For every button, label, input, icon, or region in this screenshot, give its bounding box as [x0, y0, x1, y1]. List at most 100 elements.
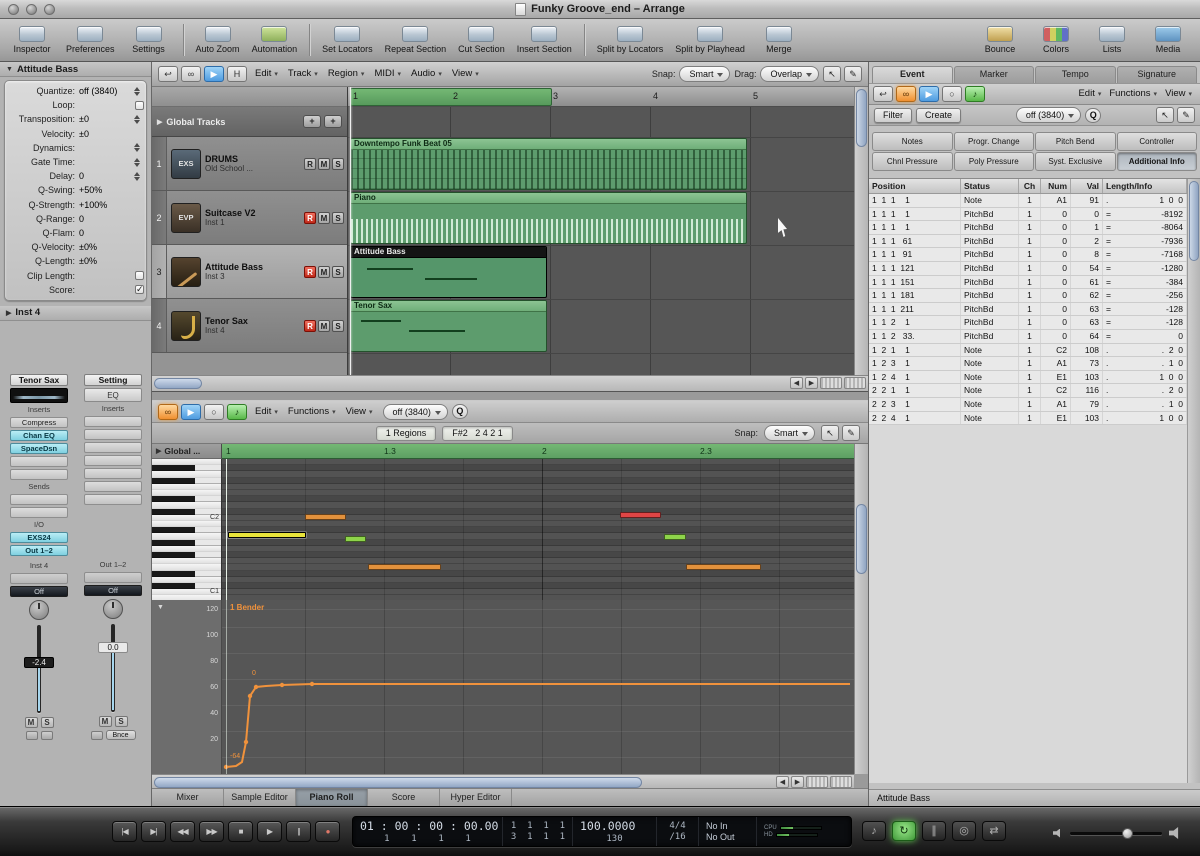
event-row[interactable]: 1 1 2 33.PitchBd1064=0 [869, 330, 1187, 344]
link-icon[interactable]: ∞ [181, 66, 201, 82]
editor-tab-mixer[interactable]: Mixer [152, 789, 224, 806]
menu-edit[interactable]: Edit [251, 62, 284, 87]
track-solo-button[interactable]: S [332, 320, 344, 332]
note-grid[interactable] [222, 459, 854, 600]
disclosure-triangle-icon[interactable]: ▶ [156, 447, 161, 455]
link-icon[interactable]: ∞ [896, 86, 916, 102]
column-header-num[interactable]: Num [1041, 179, 1071, 193]
event-row[interactable]: 1 1 2 1PitchBd1063=-128 [869, 316, 1187, 330]
param-row-q-length[interactable]: Q-Length:±0% [7, 254, 144, 268]
event-row[interactable]: 1 2 3 1Note1A173.. 1 0 [869, 357, 1187, 371]
filter-button-syst-exclusive[interactable]: Syst. Exclusive [1035, 152, 1116, 171]
pan-knob[interactable] [29, 600, 49, 620]
event-row[interactable]: 1 1 1 211PitchBd1063=-128 [869, 303, 1187, 317]
editor-tab-piano-roll[interactable]: Piano Roll [296, 789, 368, 806]
param-row-q-flam[interactable]: Q-Flam:0 [7, 226, 144, 240]
group-slot[interactable] [84, 572, 142, 583]
track-mute-button[interactable]: M [318, 266, 330, 278]
event-row[interactable]: 1 2 1 1Note1C2108.. 2 0 [869, 344, 1187, 358]
catch-playhead-icon[interactable]: ▶ [181, 404, 201, 420]
quantize-popup[interactable]: off (3840) [1016, 107, 1081, 123]
scroll-lock-icon[interactable]: ○ [204, 404, 224, 420]
piano-roll-horizontal-scrollbar[interactable]: ◀ ▶ [152, 774, 854, 788]
quantize-button[interactable]: Q [452, 404, 468, 419]
toolbar-button-automation[interactable]: Automation [252, 26, 298, 54]
tempo-display[interactable]: 100.0000 130 [573, 817, 657, 846]
insert-slot-empty[interactable] [84, 416, 142, 427]
param-checkbox[interactable] [135, 101, 144, 110]
region-parameters-header[interactable]: ▼ Attitude Bass [0, 62, 151, 77]
piano-roll-ruler[interactable]: 11.322.3 [222, 444, 854, 459]
pencil-tool-icon[interactable]: ✎ [1177, 107, 1195, 123]
region-tenor-sax[interactable]: Tenor Sax [350, 300, 547, 352]
forward-button[interactable]: ▶▶ [199, 821, 224, 842]
menu-view[interactable]: View [448, 62, 485, 87]
quantize-popup[interactable]: off (3840) [383, 404, 448, 420]
filter-button-controller[interactable]: Controller [1117, 132, 1198, 151]
metronome-button[interactable]: ♪ [862, 821, 886, 841]
sync-button[interactable]: ⇄ [982, 821, 1006, 841]
pan-knob[interactable] [103, 599, 123, 619]
event-row[interactable]: 1 1 1 1Note1A191.1 0 0 [869, 194, 1187, 208]
go-to-end-button[interactable]: ▶| [141, 821, 166, 842]
column-header-ch[interactable]: Ch [1019, 179, 1041, 193]
disclosure-triangle-icon[interactable]: ▼ [6, 66, 13, 73]
param-row-q-swing[interactable]: Q-Swing:+50% [7, 183, 144, 197]
insert-slot-empty[interactable] [84, 494, 142, 505]
column-header-position[interactable]: Position [869, 179, 961, 193]
pencil-tool-icon[interactable]: ✎ [844, 66, 862, 82]
io-slot-exs24[interactable]: EXS24 [10, 532, 68, 543]
bender-curve-point[interactable] [310, 682, 314, 686]
midi-note[interactable] [686, 564, 761, 570]
editor-tab-hyper-editor[interactable]: Hyper Editor [440, 789, 512, 806]
list-tab-tempo[interactable]: Tempo [1035, 66, 1116, 83]
scrollbar-thumb[interactable] [856, 504, 867, 574]
disclosure-triangle-icon[interactable]: ▼ [157, 604, 164, 611]
midi-note[interactable] [228, 532, 306, 538]
param-row-dynamics[interactable]: Dynamics: [7, 141, 144, 155]
scrollbar-thumb[interactable] [154, 378, 202, 389]
track-mute-button[interactable]: M [318, 158, 330, 170]
track-header-attitude-bass[interactable]: 3Attitude BassInst 3RMS [152, 245, 347, 299]
filter-button[interactable]: Filter [874, 108, 912, 123]
scrollbar-thumb[interactable] [856, 89, 867, 147]
hierarchy-icon[interactable]: ↩ [873, 86, 893, 102]
vertical-zoom-slider[interactable] [844, 377, 866, 389]
track-record-button[interactable]: R [304, 158, 316, 170]
insert-slot-compress[interactable]: Compress [10, 417, 68, 428]
io-slot-out-1-2[interactable]: Out 1–2 [10, 545, 68, 556]
disclosure-triangle-icon[interactable]: ▶ [6, 309, 11, 317]
bounce-button[interactable]: Bnce [106, 730, 136, 740]
piano-roll-vertical-scrollbar[interactable] [854, 444, 868, 774]
bender-curve-point[interactable] [280, 683, 284, 687]
catch-playhead-icon[interactable]: ▶ [919, 86, 939, 102]
horizontal-zoom-slider[interactable] [820, 377, 842, 389]
event-row[interactable]: 2 2 4 1Note1E1103.1 0 0 [869, 412, 1187, 426]
param-row-delay[interactable]: Delay:0 [7, 169, 144, 183]
link-icon[interactable]: ∞ [158, 404, 178, 420]
event-row[interactable]: 1 2 4 1Note1E1103.1 0 0 [869, 371, 1187, 385]
menu-functions[interactable]: Functions [284, 401, 342, 423]
filter-button-pitch-bend[interactable]: Pitch Bend [1035, 132, 1116, 151]
param-checkbox[interactable] [135, 285, 144, 294]
pointer-tool-icon[interactable]: ↖ [1156, 107, 1174, 123]
bender-lane[interactable]: 1 Bender 0 -64 [222, 600, 854, 774]
pause-button[interactable]: || [286, 821, 311, 842]
list-tab-event[interactable]: Event [872, 66, 953, 83]
insert-slot-empty[interactable] [84, 481, 142, 492]
volume-slider[interactable] [1070, 832, 1162, 835]
scroll-left-button[interactable]: ◀ [776, 776, 789, 788]
event-row[interactable]: 1 1 1 181PitchBd1062=-256 [869, 289, 1187, 303]
insert-slot-empty[interactable] [84, 429, 142, 440]
scroll-lock-icon[interactable]: ○ [942, 86, 962, 102]
midi-note[interactable] [368, 564, 441, 570]
menu-audio[interactable]: Audio [407, 62, 448, 87]
scrollbar-thumb[interactable] [1189, 181, 1199, 261]
toolbar-button-split-by-locators[interactable]: Split by Locators [597, 26, 664, 54]
filter-button-poly-pressure[interactable]: Poly Pressure [954, 152, 1035, 171]
record-button[interactable]: ● [315, 821, 340, 842]
go-to-beginning-button[interactable]: |◀ [112, 821, 137, 842]
bender-curve-point[interactable] [244, 740, 248, 744]
menu-functions[interactable]: Functions [1105, 83, 1161, 105]
send-slot-empty[interactable] [10, 507, 68, 518]
